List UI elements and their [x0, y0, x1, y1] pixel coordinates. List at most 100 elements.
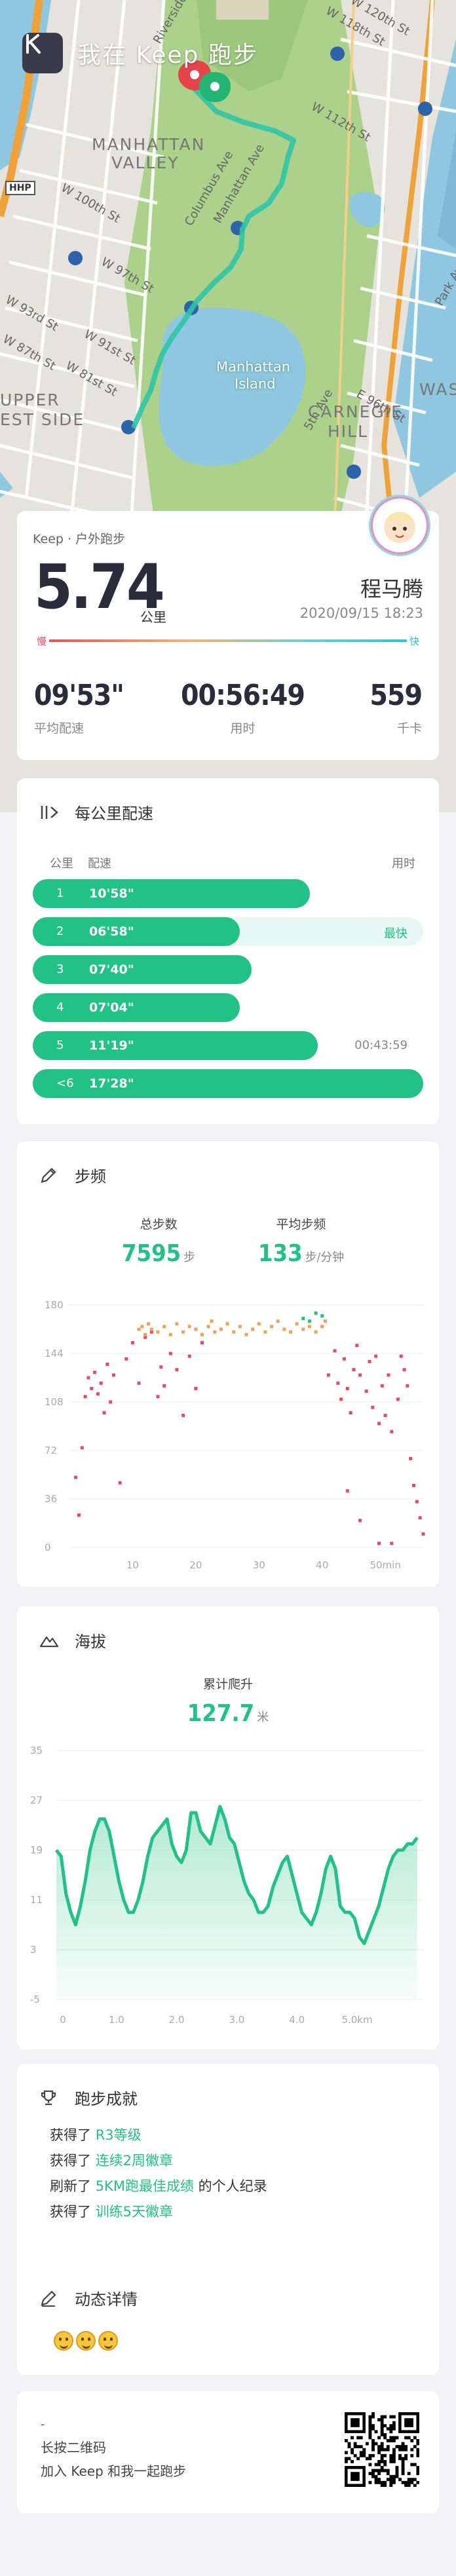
qr-module: [389, 2436, 393, 2440]
qr-module: [392, 2436, 396, 2440]
x-tick-label: 50min: [370, 1559, 400, 1571]
qr-module: [392, 2451, 396, 2455]
map-label-was: WAS: [419, 380, 456, 399]
qr-module: [377, 2445, 381, 2449]
cadence-point: [307, 1319, 311, 1323]
km-split-pace: 06'58": [89, 924, 134, 939]
cadence-point: [282, 1327, 286, 1331]
qr-module: [380, 2457, 384, 2461]
achievement-link[interactable]: 训练5天徽章: [96, 2204, 173, 2220]
reaction-emojis[interactable]: [54, 2331, 118, 2351]
km-split-pace: 11'19": [89, 1038, 134, 1053]
qr-module: [416, 2469, 419, 2472]
qr-module: [374, 2478, 378, 2482]
qr-module: [371, 2424, 375, 2428]
avatar[interactable]: [371, 497, 428, 554]
km-split-row: 4 07'04": [33, 993, 423, 1022]
qr-module: [374, 2463, 378, 2467]
qr-code-icon[interactable]: [345, 2412, 419, 2487]
qr-module: [368, 2418, 372, 2421]
qr-module: [386, 2439, 390, 2442]
qr-module: [395, 2472, 399, 2476]
qr-module: [389, 2415, 393, 2419]
cadence-point: [90, 1386, 94, 1390]
qr-module: [380, 2418, 384, 2421]
map-label-hill: HILL: [328, 422, 369, 441]
km-split-pace: 17'28": [89, 1076, 134, 1091]
map-label-upper: UPPER: [0, 390, 60, 409]
qr-module: [371, 2445, 375, 2449]
qr-module: [401, 2459, 405, 2463]
cadence-point: [80, 1446, 84, 1450]
qr-module: [395, 2466, 399, 2469]
cadence-point: [83, 1395, 87, 1399]
cadence-point: [86, 1376, 90, 1380]
cadence-card: 步频 总步数 7595 步 平均步频 133 步/分钟 0 36 72 108 144 180…: [17, 1141, 439, 1587]
total-steps-stat: 总步数 7595 步: [122, 1215, 195, 1267]
qr-module: [401, 2457, 405, 2461]
qr-module: [377, 2463, 381, 2467]
stat-avg-pace: 09'53" 平均配速: [34, 679, 124, 736]
qr-module: [401, 2448, 405, 2452]
cadence-point: [162, 1325, 166, 1329]
qr-module: [389, 2427, 393, 2431]
qr-module: [359, 2436, 363, 2440]
qr-module: [377, 2418, 381, 2421]
cadence-point: [168, 1352, 172, 1355]
pace-slow-label: 慢: [34, 634, 50, 648]
km-split-bar: [33, 955, 252, 984]
km-split-index: 4: [56, 1000, 64, 1014]
end-pin-icon: [199, 72, 231, 102]
cadence-point: [156, 1330, 160, 1334]
achievement-list: 获得了 R3等级 获得了 连续2周徽章 刷新了 5KM跑最佳成绩 的个人纪录 获得了 …: [50, 2123, 267, 2225]
qr-module: [368, 2430, 372, 2434]
km-pace-header: 每公里配速: [39, 801, 153, 824]
map-label-island: Island: [235, 376, 276, 392]
qr-module: [365, 2442, 369, 2446]
cadence-point: [374, 1354, 378, 1358]
achievement-item: 获得了 连续2周徽章: [50, 2148, 267, 2174]
cadence-point: [355, 1344, 359, 1348]
qr-module: [416, 2466, 419, 2469]
qr-module: [383, 2448, 387, 2452]
cadence-point: [377, 1422, 381, 1426]
distance-unit: 公里: [140, 609, 166, 625]
qr-finder: [351, 2418, 360, 2427]
qr-module: [410, 2439, 414, 2442]
qr-module: [380, 2430, 384, 2434]
qr-module: [353, 2442, 357, 2446]
cadence-point: [333, 1349, 337, 1353]
cadence-point: [187, 1354, 191, 1358]
elevation-title: 海拔: [75, 1633, 106, 1651]
km-split-pace: 07'40": [89, 962, 134, 977]
qr-module: [392, 2424, 396, 2428]
cadence-point: [232, 1330, 236, 1334]
qr-module: [389, 2424, 393, 2428]
qr-module: [383, 2433, 387, 2436]
cadence-point: [244, 1333, 248, 1336]
qr-module: [347, 2445, 351, 2449]
stat-label: 用时: [230, 721, 256, 736]
qr-module: [389, 2457, 393, 2461]
qr-instruction: 长按二维码: [41, 2440, 106, 2455]
stat-value: 559: [370, 679, 423, 712]
achievement-link[interactable]: 5KM跑最佳成绩: [96, 2178, 194, 2194]
qr-module: [380, 2424, 384, 2428]
run-datetime: 2020/09/15 18:23: [299, 605, 423, 621]
qr-module: [401, 2469, 405, 2472]
qr-module: [395, 2474, 399, 2478]
qr-module: [413, 2463, 417, 2467]
qr-module: [383, 2415, 387, 2419]
achievement-prefix: 获得了: [50, 2204, 96, 2220]
qr-module: [401, 2445, 405, 2449]
qr-module: [377, 2448, 381, 2452]
climb-label: 累计爬升: [202, 1677, 253, 1692]
cadence-point: [187, 1325, 191, 1329]
achievement-link[interactable]: R3等级: [96, 2127, 142, 2143]
qr-module: [407, 2478, 411, 2482]
total-steps-unit: 步: [183, 1251, 196, 1264]
qr-module: [380, 2415, 384, 2419]
achievement-link[interactable]: 连续2周徽章: [96, 2153, 173, 2169]
cadence-point: [263, 1330, 267, 1334]
cadence-point: [421, 1532, 425, 1536]
